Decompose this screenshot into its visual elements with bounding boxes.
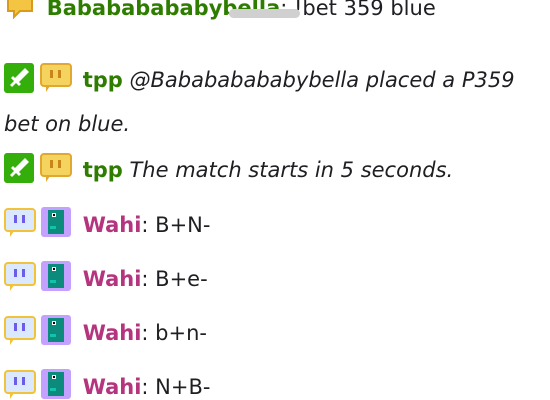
chat-text: B+N- bbox=[148, 213, 211, 237]
chat-username[interactable]: Wahi bbox=[83, 213, 142, 237]
twitch-chat-bubble-icon bbox=[40, 61, 72, 93]
chat-message: Wahi: b+n- bbox=[4, 311, 546, 355]
chat-separator: : bbox=[141, 213, 149, 237]
twitch-chat-bubble-icon bbox=[4, 206, 36, 238]
chat-log: Babababababybella: !bet 359 blue tpp @Ba… bbox=[0, 0, 550, 400]
pixel-dinosaur-icon bbox=[40, 260, 72, 292]
twitch-chat-bubble-icon bbox=[4, 0, 36, 21]
chat-text: !bet 359 blue bbox=[287, 0, 436, 20]
chat-username[interactable]: Wahi bbox=[83, 375, 142, 399]
twitch-chat-bubble-icon bbox=[4, 314, 36, 346]
sword-icon bbox=[4, 153, 34, 183]
chat-message: Wahi: B+e- bbox=[4, 257, 546, 301]
chat-username[interactable]: Wahi bbox=[83, 321, 142, 345]
chat-separator: : bbox=[141, 267, 149, 291]
chat-message: tpp The match starts in 5 seconds. bbox=[4, 148, 546, 192]
pixel-dinosaur-icon bbox=[40, 206, 72, 238]
chat-text: @Babababababybella placed a P359 bet on … bbox=[4, 68, 515, 136]
chat-text: b+n- bbox=[148, 321, 207, 345]
chat-message: tpp @Babababababybella placed a P359 bet… bbox=[4, 58, 546, 146]
chat-message: Wahi: B+N- bbox=[4, 203, 546, 247]
chat-separator: : bbox=[141, 321, 149, 345]
chat-text: B+e- bbox=[148, 267, 208, 291]
chat-username[interactable]: tpp bbox=[83, 158, 123, 182]
chat-text: N+B- bbox=[148, 375, 211, 399]
chat-separator: : bbox=[141, 375, 149, 399]
twitch-chat-bubble-icon bbox=[4, 368, 36, 400]
chat-username[interactable]: Wahi bbox=[83, 267, 142, 291]
chat-text: The match starts in 5 seconds. bbox=[129, 158, 454, 182]
sword-icon bbox=[4, 63, 34, 93]
twitch-chat-bubble-icon bbox=[40, 151, 72, 183]
pixel-dinosaur-icon bbox=[40, 314, 72, 346]
pixel-dinosaur-icon bbox=[40, 368, 72, 400]
chat-message: Wahi: N+B- bbox=[4, 365, 546, 400]
scroll-handle[interactable] bbox=[229, 9, 300, 18]
twitch-chat-bubble-icon bbox=[4, 260, 36, 292]
chat-username[interactable]: tpp bbox=[83, 68, 123, 92]
